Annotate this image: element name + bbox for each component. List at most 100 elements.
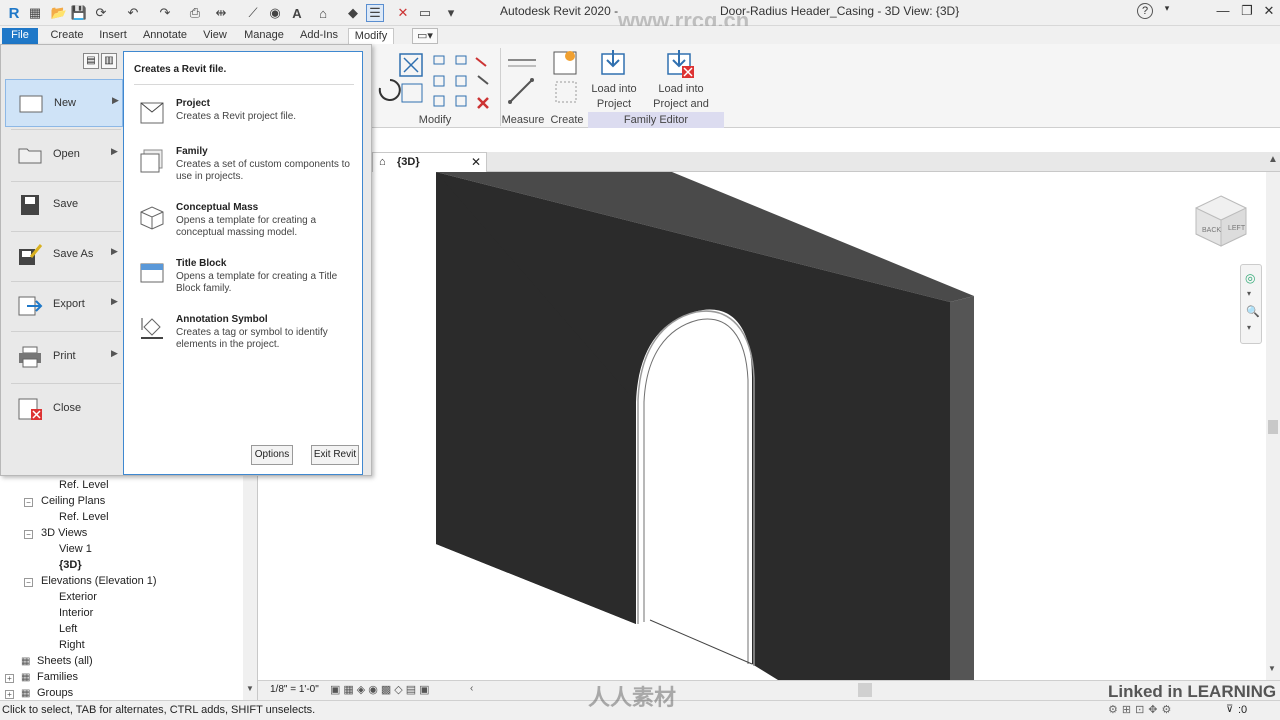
- open-icon[interactable]: 📂: [50, 4, 68, 22]
- tree-item[interactable]: Ref. Level: [59, 479, 109, 491]
- menu-item-export[interactable]: Export ▶: [5, 281, 123, 329]
- scroll-left-icon[interactable]: ‹: [470, 683, 473, 694]
- view-scroll-up-icon[interactable]: ▲: [1268, 154, 1278, 165]
- menu-item-print[interactable]: Print ▶: [5, 333, 123, 381]
- measure-icon[interactable]: [502, 50, 546, 110]
- viewcube-icon[interactable]: BACK LEFT: [1192, 192, 1250, 250]
- new-annotation-symbol-item[interactable]: Annotation Symbol Creates a tag or symbo…: [136, 314, 360, 364]
- scroll-down-icon[interactable]: ▼: [246, 684, 254, 693]
- print-icon[interactable]: ⎙: [186, 4, 204, 22]
- close-view-icon[interactable]: ✕: [471, 155, 481, 169]
- section-icon[interactable]: ◆: [344, 4, 362, 22]
- qat-dropdown-icon[interactable]: ▾: [442, 4, 460, 22]
- new-project-item[interactable]: Project Creates a Revit project file.: [136, 98, 360, 148]
- new-conceptual-mass-item[interactable]: Conceptual Mass Opens a template for cre…: [136, 202, 360, 252]
- new-title-block-item[interactable]: Title Block Opens a template for creatin…: [136, 258, 360, 308]
- app-menu-icon[interactable]: ▦: [26, 4, 44, 22]
- tree-item[interactable]: Exterior: [59, 591, 97, 603]
- menu-divider: [11, 383, 121, 384]
- tab-view[interactable]: View: [198, 28, 232, 44]
- minimize-icon[interactable]: —: [1213, 3, 1233, 21]
- navigation-bar[interactable]: ◎ ▾ 🔍 ▾: [1240, 264, 1262, 344]
- load-into-project-icon[interactable]: [598, 48, 628, 78]
- modify-tools-icon[interactable]: [372, 48, 498, 114]
- zoom-icon[interactable]: 🔍: [1246, 305, 1260, 318]
- tab-manage[interactable]: Manage: [238, 28, 290, 44]
- 3d-view-icon[interactable]: ⌂: [314, 4, 332, 22]
- viewport-scrollbar[interactable]: ▼: [1266, 172, 1280, 680]
- save-icon[interactable]: 💾: [70, 4, 88, 22]
- tag-icon[interactable]: ◉: [266, 4, 284, 22]
- tree-item[interactable]: Right: [59, 639, 85, 651]
- tree-item[interactable]: Interior: [59, 607, 93, 619]
- menu-item-open[interactable]: Open ▶: [5, 131, 123, 179]
- menu-item-save-as[interactable]: Save As ▶: [5, 231, 123, 279]
- tree-item-active[interactable]: {3D}: [59, 559, 82, 571]
- nav-dropdown-icon[interactable]: ▾: [1247, 289, 1251, 298]
- menu-item-new[interactable]: New ▶: [5, 79, 123, 127]
- menu-divider: [11, 331, 121, 332]
- tree-expand-icon[interactable]: +: [5, 674, 14, 683]
- menu-item-save[interactable]: Save: [5, 181, 123, 229]
- new-family-item[interactable]: Family Creates a set of custom component…: [136, 146, 360, 196]
- tree-item[interactable]: Ceiling Plans: [41, 495, 105, 507]
- tree-item[interactable]: Sheets (all): [37, 655, 93, 667]
- scrollbar-thumb[interactable]: [1268, 420, 1278, 434]
- restore-icon[interactable]: ❐: [1237, 3, 1257, 21]
- close-window-icon[interactable]: ✕: [1259, 3, 1279, 21]
- tree-item[interactable]: Ref. Level: [59, 511, 109, 523]
- switch-windows-icon[interactable]: ▭: [416, 4, 434, 22]
- selection-filter-icons[interactable]: ⚙⊞⊡✥⚙: [1108, 703, 1175, 716]
- create-tools-icon[interactable]: [550, 48, 582, 108]
- scroll-down-icon[interactable]: ▼: [1268, 664, 1276, 673]
- tab-add-ins[interactable]: Add-Ins: [296, 28, 342, 44]
- submenu-header: Creates a Revit file.: [134, 64, 227, 75]
- text-icon[interactable]: A: [288, 4, 306, 22]
- zoom-dropdown-icon[interactable]: ▾: [1247, 323, 1251, 332]
- view-scale[interactable]: 1/8" = 1'-0": [270, 684, 319, 695]
- tab-insert[interactable]: Insert: [94, 28, 132, 44]
- tree-collapse-icon[interactable]: −: [24, 578, 33, 587]
- dimension-icon[interactable]: ⟋: [244, 4, 262, 22]
- open-docs-icon[interactable]: ▥: [101, 53, 117, 69]
- measure-icon[interactable]: ⇹: [212, 4, 230, 22]
- exit-revit-button[interactable]: Exit Revit: [311, 445, 359, 465]
- load-into-project-button[interactable]: Load into Project: [588, 82, 640, 112]
- tree-item[interactable]: Groups: [37, 687, 73, 699]
- menu-item-close[interactable]: Close: [5, 385, 123, 433]
- tree-expand-icon[interactable]: +: [5, 690, 14, 699]
- submenu-arrow-icon: ▶: [111, 348, 118, 358]
- tree-item[interactable]: View 1: [59, 543, 92, 555]
- view-tab-3d[interactable]: ⌂ {3D} ✕: [372, 152, 487, 172]
- tree-item[interactable]: 3D Views: [41, 527, 87, 539]
- horizontal-scroll-thumb[interactable]: [858, 683, 872, 697]
- tab-modify[interactable]: Modify: [348, 28, 394, 44]
- help-icon[interactable]: ?: [1137, 3, 1153, 19]
- filter-icon[interactable]: ⊽: [1226, 704, 1233, 715]
- thin-lines-icon[interactable]: ☰: [366, 4, 384, 22]
- tab-file[interactable]: File: [2, 28, 38, 44]
- recent-docs-icon[interactable]: ▤: [83, 53, 99, 69]
- tree-item[interactable]: Left: [59, 623, 77, 635]
- tree-item[interactable]: Elevations (Elevation 1): [41, 575, 157, 587]
- load-into-project-close-icon[interactable]: [664, 48, 696, 80]
- undo-icon[interactable]: ↶: [124, 4, 142, 22]
- tab-create[interactable]: Create: [46, 28, 88, 44]
- tree-item[interactable]: Families: [37, 671, 78, 683]
- tree-collapse-icon[interactable]: −: [24, 498, 33, 507]
- view-control-icons[interactable]: ▣▦◈◉▩◇▤▣: [330, 683, 432, 696]
- wall-model[interactable]: [258, 172, 1266, 680]
- 3d-viewport[interactable]: BACK LEFT ◎ ▾ 🔍 ▾: [258, 172, 1266, 680]
- sync-icon[interactable]: ⟳: [92, 4, 110, 22]
- close-file-icon: [18, 398, 42, 420]
- options-button[interactable]: Options: [251, 445, 293, 465]
- tree-collapse-icon[interactable]: −: [24, 530, 33, 539]
- help-dropdown-icon[interactable]: ▾: [1157, 3, 1177, 21]
- tab-annotate[interactable]: Annotate: [138, 28, 192, 44]
- steering-wheel-icon[interactable]: ◎: [1245, 271, 1255, 285]
- ribbon-toggle-icon[interactable]: ▭▾: [412, 28, 438, 44]
- close-hidden-icon[interactable]: ✕: [394, 4, 412, 22]
- revit-logo-icon[interactable]: R: [5, 4, 23, 22]
- browser-scrollbar[interactable]: ▼: [243, 476, 257, 700]
- redo-icon[interactable]: ↷: [156, 4, 174, 22]
